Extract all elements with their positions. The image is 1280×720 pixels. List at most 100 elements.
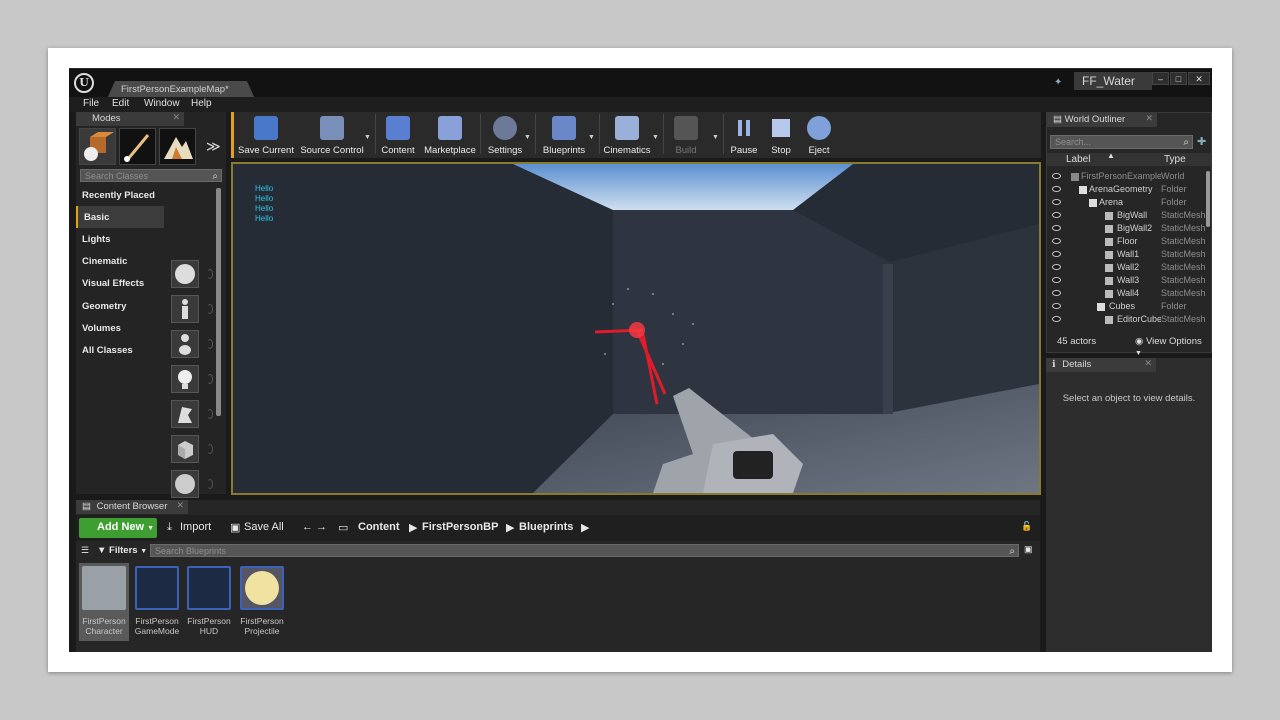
content-button[interactable]: Content: [378, 114, 418, 156]
cube-item[interactable]: [171, 435, 199, 463]
point-light-item[interactable]: [171, 365, 199, 393]
label-column-header[interactable]: Label: [1066, 154, 1090, 165]
minimize-button[interactable]: –: [1152, 72, 1169, 85]
close-button[interactable]: ✕: [1188, 72, 1210, 85]
outliner-row[interactable]: Wall3 StaticMeshActor: [1047, 275, 1207, 288]
world-outliner-tab[interactable]: ▤ World Outliner ✕: [1047, 113, 1157, 127]
path-content[interactable]: Content: [358, 521, 400, 533]
empty-actor-item[interactable]: [171, 260, 199, 288]
chevron-down-icon[interactable]: ▼: [712, 134, 719, 141]
eye-icon[interactable]: [1052, 238, 1061, 244]
asset-firstperson-projectile[interactable]: FirstPerson Projectile: [237, 563, 287, 641]
eject-button[interactable]: Eject: [800, 114, 838, 156]
asset-firstperson-gamemode[interactable]: FirstPerson GameMode: [132, 563, 182, 641]
outliner-row[interactable]: Wall4 StaticMeshActor: [1047, 288, 1207, 301]
content-browser-tab[interactable]: ▤ Content Browser ✕: [76, 500, 188, 514]
chevron-down-icon[interactable]: ▼: [364, 134, 371, 141]
chevron-down-icon[interactable]: ▼: [588, 134, 595, 141]
eye-icon[interactable]: [1052, 303, 1061, 309]
eye-icon[interactable]: [1052, 290, 1061, 296]
close-icon[interactable]: ✕: [1144, 358, 1152, 369]
chevron-down-icon[interactable]: ▼: [524, 134, 531, 141]
paint-mode-button[interactable]: [119, 128, 156, 165]
outliner-row[interactable]: Floor StaticMeshActor: [1047, 236, 1207, 249]
modes-tab[interactable]: Modes ✕: [76, 112, 184, 126]
maximize-button[interactable]: □: [1170, 72, 1187, 85]
sources-toggle-icon[interactable]: ☰: [81, 545, 89, 556]
eye-icon[interactable]: [1052, 173, 1061, 179]
landscape-mode-button[interactable]: [159, 128, 196, 165]
blueprints-button[interactable]: Blueprints: [538, 114, 590, 156]
close-icon[interactable]: ✕: [172, 112, 180, 123]
category-volumes[interactable]: Volumes: [76, 317, 164, 339]
category-all-classes[interactable]: All Classes: [76, 339, 164, 361]
more-modes-icon[interactable]: ≫: [206, 138, 221, 155]
marketplace-button[interactable]: Marketplace: [422, 114, 478, 156]
eye-icon[interactable]: [1052, 264, 1061, 270]
menu-help[interactable]: Help: [191, 98, 212, 109]
player-start-item[interactable]: [171, 400, 199, 428]
stop-button[interactable]: Stop: [764, 114, 798, 156]
menu-file[interactable]: File: [83, 98, 99, 109]
outliner-row[interactable]: Wall2 StaticMeshActor: [1047, 262, 1207, 275]
path-blueprints[interactable]: Blueprints: [519, 521, 573, 533]
eye-icon[interactable]: [1052, 212, 1061, 218]
asset-firstperson-hud[interactable]: FirstPerson HUD: [184, 563, 234, 641]
sphere-item[interactable]: [171, 470, 199, 498]
eye-icon[interactable]: [1052, 316, 1061, 322]
category-geometry[interactable]: Geometry: [76, 295, 164, 317]
lock-icon[interactable]: 🔓: [1021, 521, 1032, 532]
category-lights[interactable]: Lights: [76, 228, 164, 250]
cinematics-button[interactable]: Cinematics: [602, 114, 652, 156]
modes-scrollbar[interactable]: [216, 188, 221, 416]
pause-button[interactable]: Pause: [726, 114, 762, 156]
import-button[interactable]: Import: [180, 521, 211, 533]
forward-arrow-icon[interactable]: →: [316, 521, 327, 533]
outliner-row[interactable]: BigWall StaticMeshActor: [1047, 210, 1207, 223]
view-options-button[interactable]: ◉ View Options ▼: [1135, 336, 1211, 358]
outliner-row[interactable]: EditorCubeStaticMeshActor: [1047, 314, 1207, 327]
category-basic[interactable]: Basic: [76, 206, 164, 228]
close-icon[interactable]: ✕: [1145, 113, 1153, 124]
filters-button[interactable]: ▼ Filters ▼: [97, 545, 147, 556]
eye-icon[interactable]: [1052, 277, 1061, 283]
empty-character-item[interactable]: [171, 295, 199, 323]
menu-edit[interactable]: Edit: [112, 98, 129, 109]
asset-firstperson-character[interactable]: FirstPerson Character: [79, 563, 129, 641]
type-column-header[interactable]: Type: [1164, 154, 1186, 165]
save-search-icon[interactable]: ▣: [1024, 544, 1033, 555]
details-tab[interactable]: ℹ Details ✕: [1046, 358, 1156, 372]
build-button[interactable]: Build: [666, 114, 706, 156]
source-control-button[interactable]: Source Control: [298, 114, 366, 156]
add-folder-icon[interactable]: ✚: [1197, 135, 1206, 148]
outliner-row[interactable]: Arena Folder: [1047, 197, 1207, 210]
empty-pawn-item[interactable]: [171, 330, 199, 358]
close-icon[interactable]: ✕: [176, 500, 184, 511]
settings-button[interactable]: Settings: [484, 114, 526, 156]
save-all-button[interactable]: Save All: [244, 521, 284, 533]
blueprint-search-input[interactable]: Search Blueprints ⌕: [150, 544, 1019, 557]
chevron-down-icon[interactable]: ▼: [652, 134, 659, 141]
outliner-row[interactable]: ArenaGeometry Folder: [1047, 184, 1207, 197]
eye-icon[interactable]: [1052, 225, 1061, 231]
menu-window[interactable]: Window: [144, 98, 180, 109]
level-viewport[interactable]: Hello Hello Hello Hello: [231, 162, 1041, 495]
outliner-scrollbar[interactable]: [1206, 171, 1210, 227]
add-new-button[interactable]: Add New ▼: [79, 518, 157, 538]
path-firstpersonbp[interactable]: FirstPersonBP: [422, 521, 498, 533]
eye-icon[interactable]: [1052, 251, 1061, 257]
outliner-row[interactable]: Wall1 StaticMeshActor: [1047, 249, 1207, 262]
eye-icon[interactable]: [1052, 199, 1061, 205]
outliner-row[interactable]: BigWall2 StaticMeshActor: [1047, 223, 1207, 236]
outliner-search-input[interactable]: Search... ⌕: [1050, 135, 1193, 149]
category-recently-placed[interactable]: Recently Placed: [76, 184, 164, 206]
outliner-row[interactable]: Cubes Folder: [1047, 301, 1207, 314]
back-arrow-icon[interactable]: ←: [302, 521, 313, 533]
place-mode-button[interactable]: [79, 128, 116, 165]
category-cinematic[interactable]: Cinematic: [76, 250, 164, 272]
outliner-row[interactable]: FirstPersonExampleMapWorld: [1047, 171, 1207, 184]
save-current-button[interactable]: Save Current: [236, 114, 296, 156]
class-search-input[interactable]: Search Classes ⌕: [80, 169, 222, 182]
eye-icon[interactable]: [1052, 186, 1061, 192]
category-visual-effects[interactable]: Visual Effects: [76, 272, 164, 294]
